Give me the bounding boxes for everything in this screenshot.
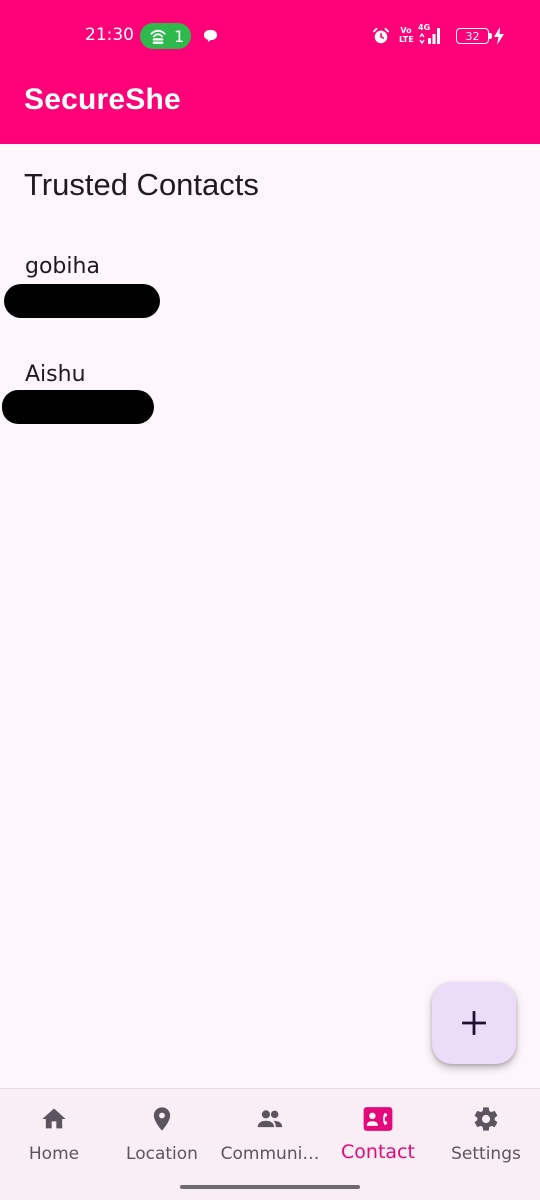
battery-tip [489, 33, 492, 39]
people-icon [257, 1110, 283, 1128]
bottom-navigation: Home Location Communi… Contact Settings [0, 1088, 540, 1200]
nav-item-settings[interactable]: Settings [432, 1089, 540, 1177]
battery-level: 32 [465, 29, 480, 43]
redacted-phone-number [2, 390, 154, 424]
nav-item-contact[interactable]: Contact [324, 1089, 432, 1177]
contact-name: gobiha [25, 254, 100, 279]
redacted-phone-number [4, 284, 160, 318]
status-bar: 21:30 1 Vo LTE 4G 32 [0, 20, 540, 52]
hotspot-indicator: 1 [140, 23, 191, 49]
contact-phone-icon [363, 1107, 393, 1131]
home-icon [42, 1108, 66, 1129]
signal-icon [419, 28, 440, 45]
gear-icon [474, 1107, 498, 1131]
charging-icon [494, 27, 504, 45]
nav-item-location[interactable]: Location [108, 1089, 216, 1177]
add-contact-button[interactable] [432, 982, 516, 1064]
hotspot-icon [150, 29, 166, 44]
volte-indicator: Vo LTE [399, 26, 414, 44]
location-pin-icon [153, 1107, 171, 1131]
contact-list-item[interactable]: gobiha [0, 254, 540, 354]
nav-item-home[interactable]: Home [0, 1089, 108, 1177]
nav-label: Location [126, 1144, 198, 1164]
home-gesture-bar[interactable] [180, 1185, 360, 1189]
nav-label: Communi… [220, 1144, 320, 1164]
contact-name: Aishu [25, 362, 86, 387]
hotspot-count: 1 [174, 26, 185, 46]
nav-label: Home [28, 1144, 80, 1164]
nav-label: Settings [451, 1144, 521, 1164]
message-icon [203, 29, 218, 43]
app-title: SecureShe [24, 83, 181, 116]
nav-label: Contact [341, 1141, 415, 1163]
alarm-icon [372, 27, 390, 44]
nav-item-community[interactable]: Communi… [216, 1089, 324, 1177]
battery-indicator: 32 [456, 28, 489, 44]
page-title: Trusted Contacts [24, 167, 259, 202]
contact-list-item[interactable]: Aishu [0, 362, 540, 462]
status-time: 21:30 [85, 25, 134, 45]
app-bar: 21:30 1 Vo LTE 4G 32 SecureShe [0, 0, 540, 144]
plus-icon [462, 1011, 486, 1035]
